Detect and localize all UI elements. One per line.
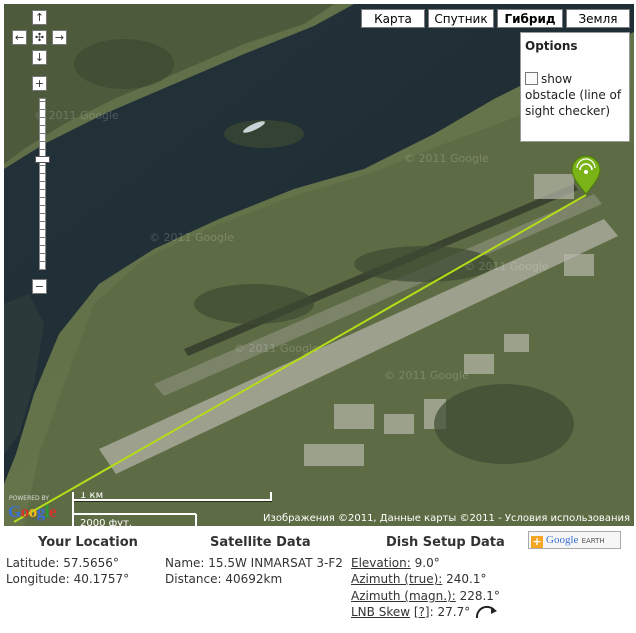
- google-earth-button[interactable]: + Google EARTH: [528, 531, 621, 549]
- longitude-label: Longitude:: [6, 572, 70, 586]
- imagery-watermark: © 2011 Google: [404, 152, 489, 165]
- satellite-distance-row: Distance: 40692km: [165, 572, 282, 586]
- imagery-watermark: © 2011 Google: [34, 109, 119, 122]
- azimuth-magn-row: Azimuth (magn.): 228.1°: [351, 589, 500, 603]
- zoom-slider-track[interactable]: [39, 98, 46, 270]
- lnb-skew-link[interactable]: LNB Skew: [351, 605, 410, 619]
- imagery-watermark: © 2011 Google: [234, 342, 319, 355]
- latitude-row: Latitude: 57.5656°: [6, 556, 119, 570]
- powered-by-label: POWERED BY: [9, 495, 50, 502]
- azimuth-true-link[interactable]: Azimuth (true):: [351, 572, 442, 586]
- lnb-skew-rotate-icon: [476, 605, 498, 619]
- show-obstacle-checkbox[interactable]: [525, 72, 538, 85]
- pan-right-button[interactable]: →: [52, 30, 67, 45]
- pan-left-button[interactable]: ←: [12, 30, 27, 45]
- satellite-name-row: Name: 15.5W INMARSAT 3-F2: [165, 556, 343, 570]
- lnb-skew-colon: :: [429, 605, 434, 619]
- elevation-value: 9.0°: [414, 556, 440, 570]
- latitude-value: 57.5656°: [63, 556, 119, 570]
- pan-down-button[interactable]: ↓: [32, 50, 47, 65]
- map-type-satellite-button[interactable]: Спутник: [428, 9, 494, 28]
- zoom-slider-handle[interactable]: [35, 156, 50, 163]
- azimuth-true-row: Azimuth (true): 240.1°: [351, 572, 486, 586]
- google-earth-suffix: EARTH: [581, 537, 605, 545]
- satellite-name-value: 15.5W INMARSAT 3-F2: [208, 556, 343, 570]
- zoom-in-button[interactable]: +: [32, 76, 47, 91]
- options-title: Options: [525, 39, 578, 53]
- pan-up-button[interactable]: ↑: [32, 10, 47, 25]
- map-type-map-button[interactable]: Карта: [361, 9, 425, 28]
- satellite-distance-value: 40692km: [225, 572, 283, 586]
- zoom-out-button[interactable]: −: [32, 279, 47, 294]
- map-attribution[interactable]: Изображения ©2011, Данные карты ©2011 - …: [263, 513, 630, 524]
- elevation-link[interactable]: Elevation:: [351, 556, 411, 570]
- azimuth-magn-value: 228.1°: [459, 589, 500, 603]
- lnb-skew-value: 27.7°: [437, 605, 471, 619]
- satellite-data-heading: Satellite Data: [210, 535, 311, 550]
- your-location-heading: Your Location: [38, 535, 138, 550]
- options-panel: Options show obstacle (line of sight che…: [520, 32, 630, 142]
- scale-bar: 1 км 2000 фут.: [72, 492, 272, 526]
- longitude-row: Longitude: 40.1757°: [6, 572, 129, 586]
- satellite-name-label: Name:: [165, 556, 205, 570]
- imagery-watermark: © 2011 Google: [149, 231, 234, 244]
- google-earth-brand: Google: [546, 534, 579, 546]
- plus-icon: +: [531, 535, 543, 548]
- map-type-hybrid-button[interactable]: Гибрид: [497, 9, 563, 28]
- imagery-watermark: © 2011 Google: [384, 369, 469, 382]
- scale-imperial: 2000 фут.: [80, 518, 132, 526]
- pan-center-button[interactable]: ✣: [32, 30, 47, 45]
- scale-metric: 1 км: [80, 492, 103, 501]
- latitude-label: Latitude:: [6, 556, 60, 570]
- lnb-skew-row: LNB Skew [?]: 27.7°: [351, 605, 500, 619]
- google-logo[interactable]: Google: [8, 502, 57, 522]
- satellite-distance-label: Distance:: [165, 572, 222, 586]
- azimuth-magn-link[interactable]: Azimuth (magn.):: [351, 589, 456, 603]
- lnb-skew-help-link[interactable]: [?]: [414, 605, 430, 619]
- imagery-watermark: © 2011 Google: [464, 260, 549, 273]
- show-obstacle-label[interactable]: show obstacle (line of sight checker): [525, 72, 621, 118]
- map-type-earth-button[interactable]: Земля: [566, 9, 630, 28]
- map-type-bar: Карта Спутник Гибрид Земля: [361, 9, 630, 28]
- map-view[interactable]: © 2011 Google © 2011 Google © 2011 Googl…: [4, 4, 634, 526]
- longitude-value: 40.1757°: [73, 572, 130, 586]
- azimuth-true-value: 240.1°: [446, 572, 487, 586]
- dish-setup-heading: Dish Setup Data: [386, 535, 505, 550]
- elevation-row: Elevation: 9.0°: [351, 556, 440, 570]
